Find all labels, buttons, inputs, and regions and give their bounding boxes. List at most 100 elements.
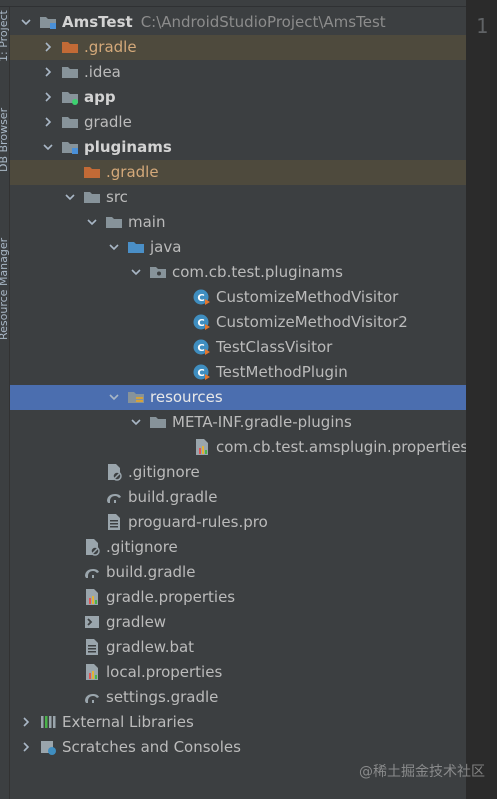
module-folder-icon — [61, 138, 79, 156]
tree-row[interactable]: gradle — [10, 110, 466, 135]
tree-row[interactable]: proguard-rules.pro — [10, 510, 466, 535]
tool-window-strip: 1: Project DB Browser Resource Manager — [0, 0, 10, 799]
tree-row[interactable]: local.properties — [10, 660, 466, 685]
tree-item-name: External Libraries — [62, 713, 194, 731]
tree-row[interactable]: main — [10, 210, 466, 235]
project-tree[interactable]: AmsTest C:\AndroidStudioProject\AmsTest .g… — [10, 0, 468, 799]
tree-item-label: AmsTest C:\AndroidStudioProject\AmsTest — [62, 10, 386, 35]
tree-item-label: gradle.properties — [106, 585, 235, 610]
tree-item-label: gradle — [84, 110, 132, 135]
source-folder-icon — [127, 238, 145, 256]
tree-item-name: gradle.properties — [106, 588, 236, 606]
tree-item-name: CustomizeMethodVisitor2 — [216, 313, 408, 331]
tree-row[interactable]: External Libraries — [10, 710, 466, 735]
tree-row[interactable]: resources — [10, 385, 466, 410]
chevron-right-icon[interactable] — [42, 116, 54, 128]
tree-row[interactable]: com.cb.test.amsplugin.properties — [10, 435, 468, 460]
tree-item-name: build.gradle — [106, 563, 196, 581]
tree-item-name: main — [128, 213, 166, 231]
chevron-right-icon[interactable] — [42, 91, 54, 103]
tree-item-label: proguard-rules.pro — [128, 510, 268, 535]
tree-row[interactable]: META-INF.gradle-plugins — [10, 410, 466, 435]
properties-file-icon — [83, 663, 101, 681]
tree-row[interactable]: C TestMethodPlugin — [10, 360, 466, 385]
folder-icon — [105, 213, 123, 231]
chevron-down-icon[interactable] — [130, 266, 142, 278]
tree-item-name: .idea — [84, 63, 121, 81]
chevron-right-icon[interactable] — [20, 716, 32, 728]
tree-row[interactable]: pluginams — [10, 135, 466, 160]
gradle-elephant-icon — [83, 563, 101, 581]
chevron-down-icon[interactable] — [86, 216, 98, 228]
tree-row[interactable]: gradlew.bat — [10, 635, 466, 660]
tree-item-name: .gradle — [106, 163, 159, 181]
tree-item-label: local.properties — [106, 660, 222, 685]
tree-row[interactable]: build.gradle — [10, 485, 466, 510]
chevron-down-icon[interactable] — [108, 391, 120, 403]
shell-script-icon — [83, 613, 101, 631]
tree-row[interactable]: C CustomizeMethodVisitor — [10, 285, 466, 310]
tree-row[interactable]: .gitignore — [10, 535, 466, 560]
folder-icon — [61, 113, 79, 131]
chevron-down-icon[interactable] — [64, 191, 76, 203]
tree-item-label: com.cb.test.amsplugin.properties — [216, 435, 468, 460]
chevron-right-icon[interactable] — [42, 41, 54, 53]
tree-item-name: local.properties — [106, 663, 223, 681]
tree-item-name: com.cb.test.pluginams — [172, 263, 343, 281]
tree-row[interactable]: src — [10, 185, 466, 210]
tree-item-label: CustomizeMethodVisitor2 — [216, 310, 408, 335]
tree-row[interactable]: app — [10, 85, 466, 110]
chevron-down-icon[interactable] — [20, 16, 32, 28]
folder-icon — [61, 63, 79, 81]
watermark: @稀土掘金技术社区 — [359, 764, 485, 780]
tree-row[interactable]: settings.gradle — [10, 685, 466, 710]
svg-text:C: C — [197, 368, 204, 379]
tree-item-name: src — [106, 188, 128, 206]
project-path: C:\AndroidStudioProject\AmsTest — [140, 13, 386, 31]
groovy-class-icon: C — [193, 288, 211, 306]
tree-row[interactable]: C TestClassVisitor — [10, 335, 466, 360]
tree-item-label: Scratches and Consoles — [62, 735, 241, 760]
tree-item-name: gradlew.bat — [106, 638, 195, 656]
chevron-right-icon[interactable] — [20, 741, 32, 753]
gradle-elephant-icon — [105, 488, 123, 506]
tree-item-name: .gradle — [84, 38, 137, 56]
tree-item-name: AmsTest — [62, 13, 133, 31]
svg-text:C: C — [197, 318, 204, 329]
tree-row[interactable]: gradlew — [10, 610, 466, 635]
tree-row[interactable]: com.cb.test.pluginams — [10, 260, 466, 285]
chevron-down-icon[interactable] — [130, 416, 142, 428]
tree-row[interactable]: Scratches and Consoles — [10, 735, 466, 760]
tree-row[interactable]: .gradle — [10, 160, 466, 185]
tree-item-label: .gitignore — [106, 535, 178, 560]
text-file-icon — [105, 513, 123, 531]
tree-row[interactable]: .gradle — [10, 35, 466, 60]
tree-row[interactable]: .gitignore — [10, 460, 466, 485]
properties-file-icon — [193, 438, 211, 456]
chevron-down-icon[interactable] — [42, 141, 54, 153]
tree-item-label: main — [128, 210, 165, 235]
tree-item-label: TestClassVisitor — [216, 335, 332, 360]
chevron-right-icon[interactable] — [42, 66, 54, 78]
tree-row[interactable]: build.gradle — [10, 560, 466, 585]
scratches-icon — [39, 738, 57, 756]
gitignore-file-icon — [83, 538, 101, 556]
tree-item-name: java — [150, 238, 182, 256]
editor-area[interactable] — [467, 0, 497, 799]
tree-row[interactable]: AmsTest C:\AndroidStudioProject\AmsTest — [10, 10, 466, 35]
tree-item-label: .gradle — [106, 160, 159, 185]
tree-item-name: pluginams — [84, 138, 172, 156]
gradle-elephant-icon — [83, 688, 101, 706]
tree-item-label: gradlew.bat — [106, 635, 194, 660]
tree-item-name: build.gradle — [128, 488, 218, 506]
tree-item-name: .gitignore — [128, 463, 200, 481]
tree-row[interactable]: java — [10, 235, 466, 260]
folder-icon — [83, 188, 101, 206]
tree-item-label: .gradle — [84, 35, 137, 60]
tree-item-label: build.gradle — [106, 560, 195, 585]
tree-row[interactable]: gradle.properties — [10, 585, 466, 610]
resources-folder-icon — [127, 388, 145, 406]
tree-row[interactable]: C CustomizeMethodVisitor2 — [10, 310, 466, 335]
chevron-down-icon[interactable] — [108, 241, 120, 253]
tree-row[interactable]: .idea — [10, 60, 466, 85]
